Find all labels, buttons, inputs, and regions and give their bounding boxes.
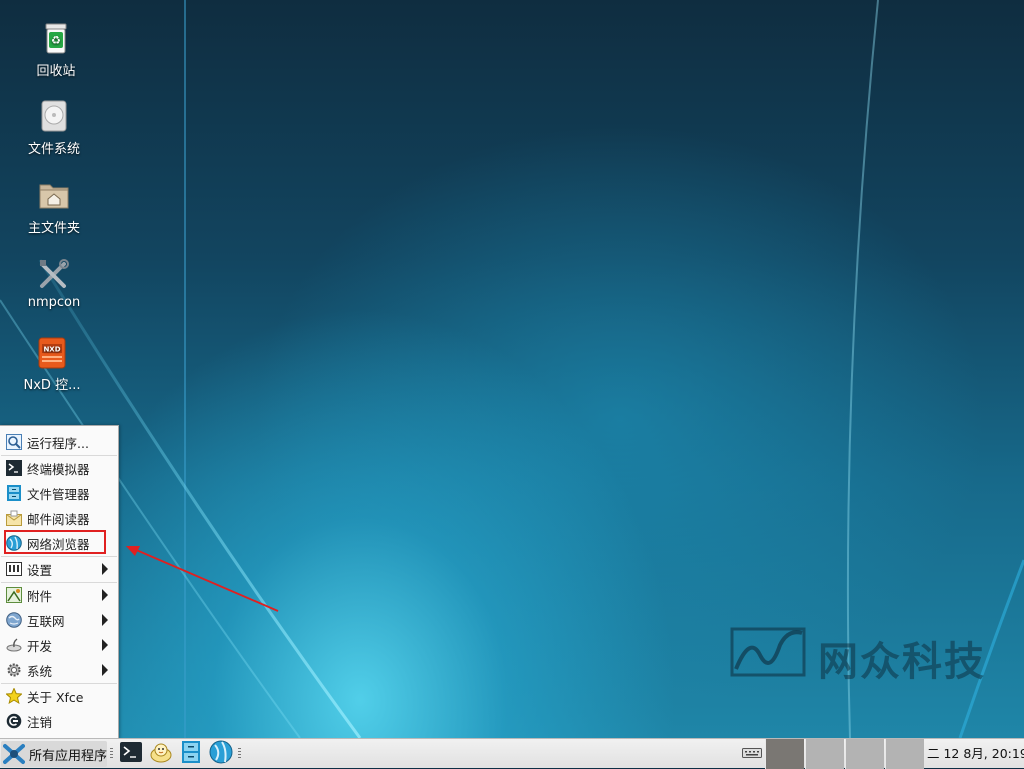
desktop-icon-label: NxD 控... (23, 378, 81, 393)
desktop-icon-label: 回收站 (36, 64, 76, 79)
menu-item-logout[interactable]: 注销 (0, 709, 118, 733)
submenu-arrow-icon (102, 589, 108, 601)
tools-icon (37, 257, 71, 291)
applications-menu-button[interactable]: 所有应用程序 (1, 741, 107, 767)
system-icon (6, 662, 22, 678)
mail-icon (6, 510, 22, 526)
menu-item-label: 设置 (27, 562, 53, 578)
trash-icon: ♻ (39, 22, 73, 56)
run-icon (6, 434, 22, 450)
panel-separator-handle[interactable] (110, 748, 113, 760)
taskbar-panel: 所有应用程序 二 12 8月, 20:19 (0, 738, 1024, 769)
clock[interactable]: 二 12 8月, 20:19 (927, 739, 1024, 769)
desktop-icon-label: 文件系统 (27, 142, 80, 157)
mail-icon (149, 741, 173, 767)
menu-item-mail[interactable]: 邮件阅读器 (0, 506, 118, 530)
menu-item-about-xfce[interactable]: 关于 Xfce (0, 684, 118, 708)
desktop-icon-nxd[interactable]: NXD NxD 控... (7, 336, 97, 393)
internet-icon (6, 612, 22, 628)
menu-item-label: 邮件阅读器 (27, 511, 90, 527)
menu-item-label: 运行程序... (27, 435, 89, 451)
launcher-browser[interactable] (207, 740, 235, 768)
home-folder-icon (37, 179, 71, 213)
menu-item-system[interactable]: 系统 (0, 658, 118, 682)
menu-item-accessories[interactable]: 附件 (0, 583, 118, 607)
launcher-terminal[interactable] (118, 741, 144, 767)
submenu-arrow-icon (102, 639, 108, 651)
watermark-text: 网众科技 (818, 639, 986, 685)
menu-item-settings[interactable]: 设置 (0, 557, 118, 581)
logout-icon (6, 713, 22, 729)
submenu-arrow-icon (102, 614, 108, 626)
menu-item-file-manager[interactable]: 文件管理器 (0, 481, 118, 505)
workspace-3[interactable] (845, 739, 884, 769)
menu-item-label: 附件 (27, 588, 53, 604)
settings-icon (6, 561, 22, 577)
accessories-icon (6, 587, 22, 603)
xfce-logo-icon (3, 743, 25, 765)
menu-item-label: 注销 (27, 714, 53, 730)
watermark-logo: 网众科技 (730, 625, 990, 685)
desktop-icon-label: nmpcon (27, 295, 81, 310)
desktop-icon-label: 主文件夹 (27, 221, 80, 236)
menu-item-label: 关于 Xfce (27, 689, 84, 705)
menu-item-label: 互联网 (27, 613, 65, 629)
menu-item-label: 文件管理器 (27, 486, 90, 502)
file-manager-icon (181, 741, 201, 767)
browser-icon (209, 740, 233, 768)
menu-item-run[interactable]: 运行程序... (0, 430, 118, 454)
drive-icon (37, 100, 71, 134)
menu-item-terminal[interactable]: 终端模拟器 (0, 456, 118, 480)
terminal-icon (120, 742, 142, 766)
file-manager-icon (6, 485, 22, 501)
submenu-arrow-icon (102, 563, 108, 575)
workspace-2[interactable] (805, 739, 844, 769)
nxd-icon: NXD (35, 336, 69, 370)
highlight-box (4, 530, 106, 554)
star-icon (5, 687, 23, 705)
menu-item-label: 开发 (27, 638, 53, 654)
keyboard-icon (742, 746, 762, 762)
submenu-arrow-icon (102, 664, 108, 676)
tray-keyboard[interactable] (740, 741, 764, 767)
workspace-1[interactable] (765, 739, 804, 769)
menu-item-development[interactable]: 开发 (0, 633, 118, 657)
launcher-mail[interactable] (147, 741, 175, 767)
launcher-file-manager[interactable] (178, 741, 204, 767)
workspace-4[interactable] (885, 739, 924, 769)
desktop-icon-nmpcon[interactable]: nmpcon (9, 257, 99, 310)
menu-item-internet[interactable]: 互联网 (0, 608, 118, 632)
panel-separator-handle[interactable] (238, 748, 241, 760)
desktop-icon-trash[interactable]: ♻ 回收站 (11, 22, 101, 79)
svg-text:♻: ♻ (51, 34, 61, 47)
applications-menu-label: 所有应用程序 (29, 748, 108, 764)
desktop-icon-filesystem[interactable]: 文件系统 (9, 100, 99, 157)
watermark-mark-icon (730, 627, 806, 677)
terminal-icon (6, 460, 22, 476)
applications-menu: 运行程序... 终端模拟器 文件管理器 邮件阅读器 网络浏览器 设置 附件 互联… (0, 425, 119, 738)
desktop-icon-home[interactable]: 主文件夹 (9, 179, 99, 236)
development-icon (6, 637, 22, 653)
svg-text:NXD: NXD (43, 346, 60, 354)
menu-item-label: 终端模拟器 (27, 461, 90, 477)
desktop: ♻ 回收站 文件系统 主文件夹 nmpcon NXD NxD 控... 网众科技… (0, 0, 1024, 738)
menu-item-label: 系统 (27, 663, 53, 679)
